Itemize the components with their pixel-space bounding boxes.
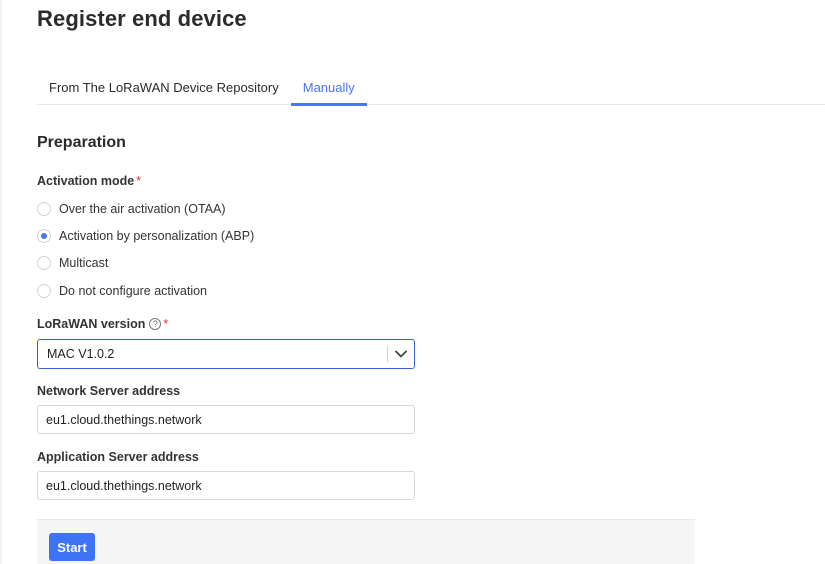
start-button[interactable]: Start bbox=[49, 533, 95, 561]
radio-abp[interactable]: Activation by personalization (ABP) bbox=[37, 226, 254, 246]
radio-label-otaa: Over the air activation (OTAA) bbox=[59, 202, 226, 216]
left-divider bbox=[0, 0, 2, 564]
lorawan-version-select[interactable]: MAC V1.0.2 bbox=[37, 339, 415, 369]
radio-button[interactable] bbox=[37, 284, 51, 298]
radio-button[interactable] bbox=[37, 202, 51, 216]
lorawan-version-label: LoRaWAN version ? * bbox=[37, 317, 168, 331]
network-server-label: Network Server address bbox=[37, 384, 181, 398]
radio-none[interactable]: Do not configure activation bbox=[37, 281, 207, 301]
radio-button-checked[interactable] bbox=[37, 229, 51, 243]
radio-label-none: Do not configure activation bbox=[59, 284, 208, 298]
application-server-label: Application Server address bbox=[37, 450, 199, 464]
chevron-down-icon[interactable] bbox=[388, 350, 414, 358]
radio-dot bbox=[41, 233, 47, 239]
lorawan-version-label-text: LoRaWAN version bbox=[37, 317, 146, 331]
activation-mode-label: Activation mode * bbox=[37, 174, 141, 188]
question-circle-icon[interactable]: ? bbox=[149, 318, 162, 330]
radio-label-abp: Activation by personalization (ABP) bbox=[59, 229, 255, 243]
radio-label-multicast: Multicast bbox=[59, 256, 109, 270]
tab-device-repository[interactable]: From The LoRaWAN Device Repository bbox=[37, 70, 291, 105]
section-title-preparation: Preparation bbox=[37, 134, 126, 151]
radio-button[interactable] bbox=[37, 256, 51, 270]
application-server-input[interactable] bbox=[37, 471, 415, 500]
lorawan-version-value: MAC V1.0.2 bbox=[47, 347, 115, 361]
activation-mode-label-text: Activation mode bbox=[37, 174, 135, 188]
tab-bar: From The LoRaWAN Device Repository Manua… bbox=[37, 70, 825, 106]
required-marker: * bbox=[163, 317, 169, 331]
network-server-input[interactable] bbox=[37, 405, 415, 434]
radio-multicast[interactable]: Multicast bbox=[37, 253, 108, 273]
form-footer: Start bbox=[37, 519, 695, 564]
radio-otaa[interactable]: Over the air activation (OTAA) bbox=[37, 199, 226, 219]
tab-manually[interactable]: Manually bbox=[290, 70, 367, 106]
required-marker: * bbox=[136, 174, 142, 188]
page-title: Register end device bbox=[37, 6, 247, 31]
